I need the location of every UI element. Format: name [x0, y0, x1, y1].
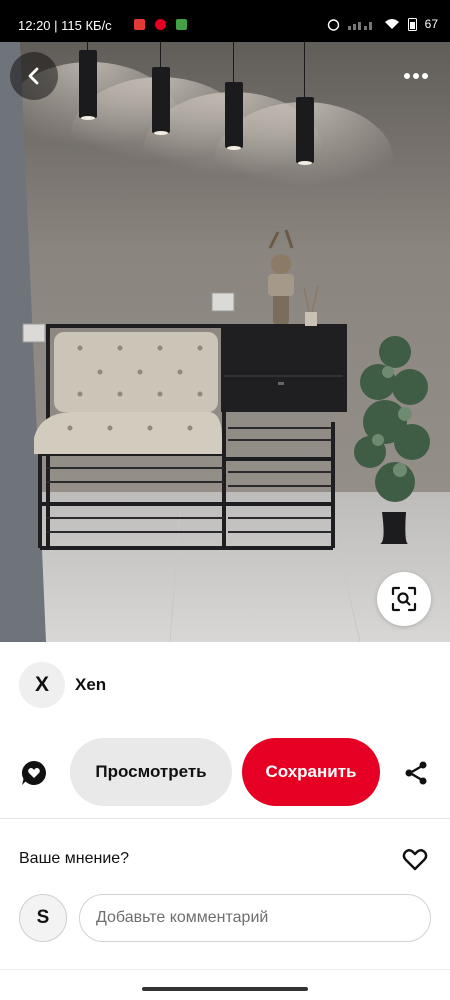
user-avatar[interactable]: S — [19, 894, 67, 942]
heart-icon — [402, 849, 428, 871]
back-button[interactable] — [10, 52, 58, 100]
alarm-icon — [327, 18, 339, 31]
status-time: 12:20 | 115 КБ/с — [18, 18, 112, 33]
share-icon — [405, 761, 427, 785]
comment-heart-icon — [21, 760, 46, 785]
pin-photo — [0, 42, 450, 642]
comment-input[interactable] — [79, 894, 431, 942]
divider — [0, 818, 450, 819]
save-button[interactable]: Сохранить — [242, 738, 380, 806]
navigation-bar — [0, 969, 450, 1000]
more-horizontal-icon — [404, 73, 428, 79]
pin-image[interactable] — [0, 42, 450, 642]
share-button[interactable] — [399, 756, 433, 790]
notification-app-icon — [134, 19, 145, 30]
chevron-left-icon — [28, 67, 39, 85]
comments-prompt: Ваше мнение? — [19, 850, 130, 867]
pin-details-sheet: X Xen Просмотреть Сохранить Ваше мнение?… — [0, 642, 450, 1000]
creator-avatar[interactable]: X — [19, 662, 65, 708]
battery-icon — [407, 18, 417, 31]
more-options-button[interactable] — [392, 54, 440, 98]
messages-notification-icon — [176, 19, 187, 30]
pin-actions: Просмотреть Сохранить — [0, 738, 450, 808]
creator-name[interactable]: Xen — [75, 675, 106, 695]
like-button[interactable] — [400, 845, 430, 875]
visual-search-button[interactable] — [377, 572, 431, 626]
battery-level: 67 — [424, 17, 438, 31]
status-indicators: 67 — [327, 17, 438, 31]
view-button[interactable]: Просмотреть — [70, 738, 232, 806]
pinterest-notification-icon — [155, 19, 166, 30]
visual-search-icon — [391, 586, 417, 612]
add-comment-row: S — [19, 894, 431, 942]
status-bar: 12:20 | 115 КБ/с 67 — [0, 0, 450, 46]
signal-icon — [347, 22, 372, 30]
wifi-icon — [384, 19, 399, 29]
comment-button[interactable] — [17, 756, 51, 790]
creator-row[interactable]: X Xen — [19, 662, 106, 708]
home-indicator[interactable] — [142, 987, 308, 991]
